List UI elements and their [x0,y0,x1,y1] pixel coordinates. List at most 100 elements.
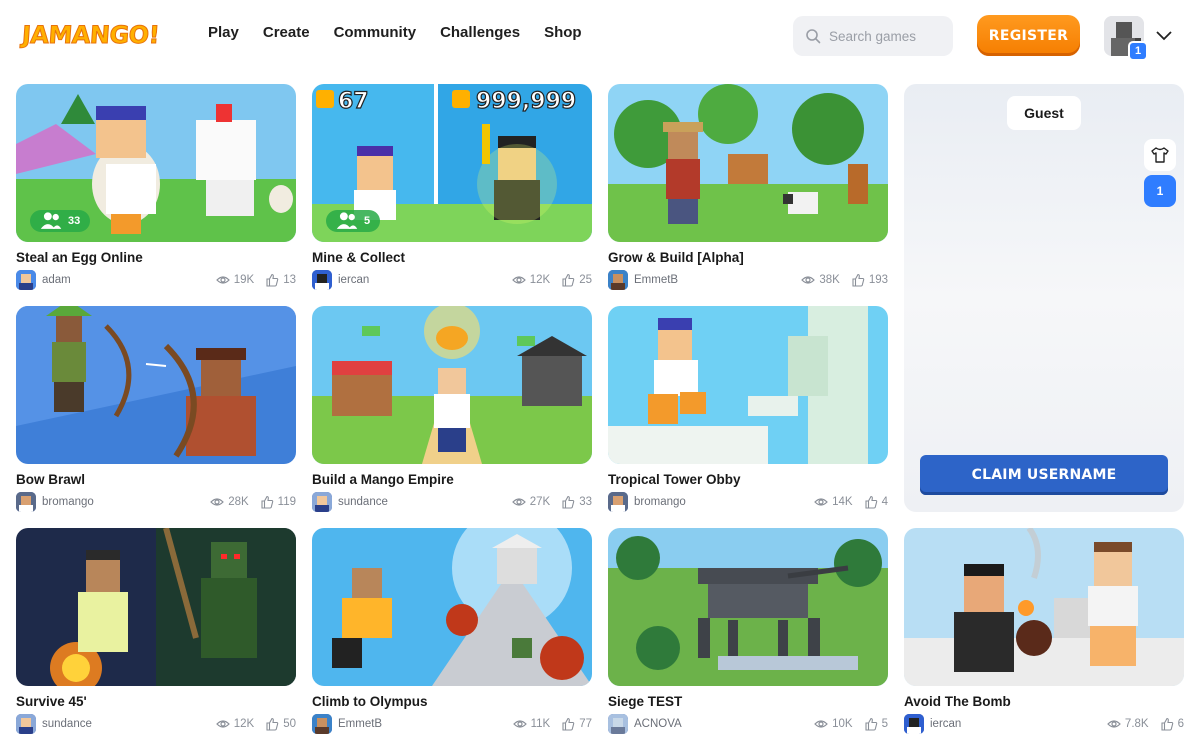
eye-icon [210,498,225,506]
game-thumbnail [16,306,296,464]
slot-one-button[interactable]: 1 [1144,175,1176,207]
search-box[interactable] [793,16,953,56]
like-count: 13 [283,274,296,286]
like-count: 6 [1177,718,1184,730]
nav-shop[interactable]: Shop [544,24,582,41]
game-meta: iercan 12K 25 [312,270,592,290]
author-name[interactable]: iercan [338,274,369,286]
thumbs-up-icon [562,495,575,509]
game-thumbnail: 67 999,999 5 [312,84,592,242]
author-name[interactable]: adam [42,274,71,286]
shirt-icon [1151,147,1169,163]
eye-icon [511,498,526,506]
game-title[interactable]: Mine & Collect [312,250,405,265]
game-title[interactable]: Tropical Tower Obby [608,472,741,487]
game-card[interactable]: Grow & Build [Alpha] EmmetB 38K 193 [608,84,888,296]
nav-play[interactable]: Play [208,24,239,41]
like-count: 4 [881,496,888,508]
nav-community[interactable]: Community [334,24,417,41]
game-card[interactable]: Climb to Olympus EmmetB 11K 77 [312,528,592,740]
game-title[interactable]: Steal an Egg Online [16,250,143,265]
view-count: 12K [233,718,255,730]
register-button[interactable]: REGISTER [977,15,1080,56]
author-avatar[interactable] [16,270,36,290]
search-input[interactable] [829,28,949,44]
author-avatar[interactable] [16,714,36,734]
game-stats: 10K 5 [814,717,888,731]
game-thumbnail [312,528,592,686]
thumbs-up-icon [1161,717,1173,731]
game-card[interactable]: Survive 45' sundance 12K 50 [16,528,296,740]
game-stats: 14K 4 [814,495,888,509]
game-card[interactable]: Tropical Tower Obby bromango 14K 4 [608,306,888,518]
search-icon [806,29,821,44]
author-avatar[interactable] [608,270,628,290]
game-title[interactable]: Siege TEST [608,694,682,709]
thumbs-up-icon [266,273,279,287]
author-name[interactable]: sundance [42,718,92,730]
players-online-badge: 33 [30,210,91,232]
view-count: 11K [530,718,551,730]
game-meta: EmmetB 11K 77 [312,714,592,734]
author-name[interactable]: ACNOVA [634,718,682,730]
author-avatar[interactable] [608,714,628,734]
thumbs-up-icon [266,717,279,731]
view-count: 10K [832,718,853,730]
top-bar: JAMANGO! Play Create Community Challenge… [0,0,1200,72]
eye-icon [1107,720,1121,728]
author-avatar[interactable] [312,270,332,290]
author-avatar[interactable] [16,492,36,512]
game-title[interactable]: Survive 45' [16,694,87,709]
like-count: 119 [277,496,296,508]
author-name[interactable]: bromango [634,496,686,508]
game-stats: 19K 13 [215,273,296,287]
guest-name-tag: Guest [1007,96,1081,130]
game-card[interactable]: Avoid The Bomb iercan 7.8K 6 [904,528,1184,740]
guest-avatar-panel: Guest 1 CLAIM USERNAME [904,84,1184,512]
game-title[interactable]: Bow Brawl [16,472,85,487]
eye-icon [512,720,527,728]
claim-username-button[interactable]: CLAIM USERNAME [920,455,1168,495]
avatar-level-badge: 1 [1128,41,1148,61]
game-stats: 11K 77 [512,717,592,731]
mine-coins-right: 999,999 [476,89,576,114]
game-stats: 38K 193 [801,273,888,287]
game-card[interactable]: Bow Brawl bromango 28K 119 [16,306,296,518]
author-avatar[interactable] [608,492,628,512]
jamango-logo[interactable]: JAMANGO! [21,20,161,50]
chevron-down-icon[interactable] [1155,28,1173,42]
game-card[interactable]: Siege TEST ACNOVA 10K 5 [608,528,888,740]
game-thumbnail [608,306,888,464]
author-name[interactable]: EmmetB [338,718,382,730]
like-count: 193 [868,274,888,286]
user-avatar-menu[interactable]: 1 [1104,16,1148,61]
game-meta: EmmetB 38K 193 [608,270,888,290]
nav-create[interactable]: Create [263,24,310,41]
author-avatar[interactable] [312,492,332,512]
thumbs-up-icon [562,273,575,287]
game-card[interactable]: Build a Mango Empire sundance 27K 33 [312,306,592,518]
game-card[interactable]: 67 999,999 5 Mine & Collect iercan 12K 2… [312,84,592,296]
game-meta: adam 19K 13 [16,270,296,290]
author-avatar[interactable] [904,714,924,734]
game-meta: ACNOVA 10K 5 [608,714,888,734]
author-avatar[interactable] [312,714,332,734]
nav-challenges[interactable]: Challenges [440,24,520,41]
game-title[interactable]: Climb to Olympus [312,694,428,709]
author-name[interactable]: sundance [338,496,388,508]
game-title[interactable]: Avoid The Bomb [904,694,1011,709]
game-title[interactable]: Grow & Build [Alpha] [608,250,744,265]
players-icon [336,212,358,229]
author-name[interactable]: EmmetB [634,274,678,286]
author-name[interactable]: bromango [42,496,94,508]
players-online-badge: 5 [326,210,381,232]
author-name[interactable]: iercan [930,718,961,730]
game-thumbnail [608,84,888,242]
game-meta: iercan 7.8K 6 [904,714,1184,734]
game-title[interactable]: Build a Mango Empire [312,472,454,487]
outfit-button[interactable] [1144,139,1176,171]
game-meta: sundance 27K 33 [312,492,592,512]
game-stats: 7.8K 6 [1107,717,1184,731]
game-card[interactable]: 33 Steal an Egg Online adam 19K 13 [16,84,296,296]
game-thumbnail: 33 [16,84,296,242]
